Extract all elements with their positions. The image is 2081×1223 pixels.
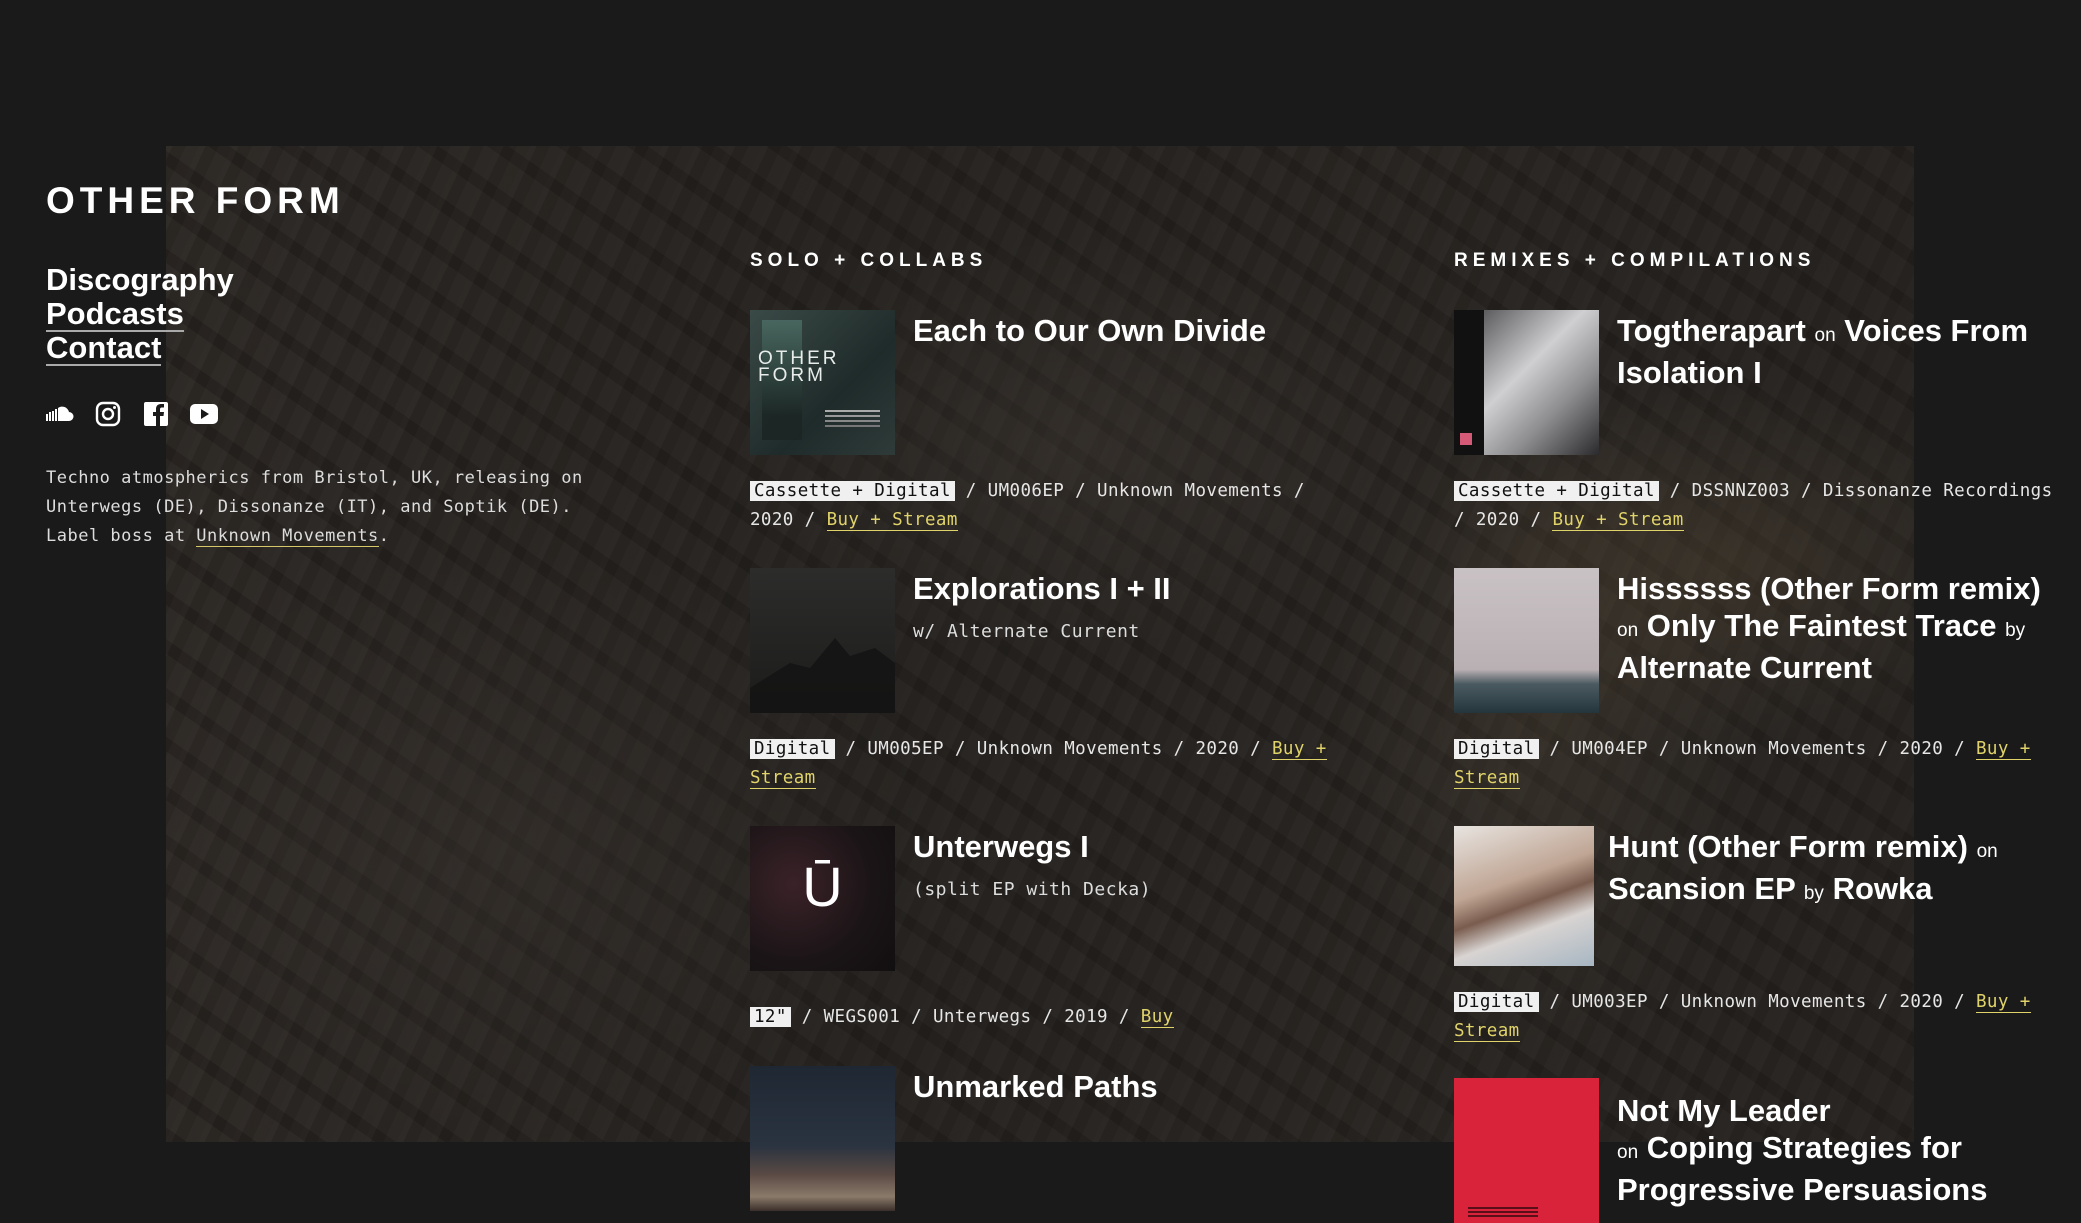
album-cover[interactable] bbox=[1454, 1078, 1599, 1223]
section-heading: REMIXES + COMPILATIONS bbox=[1454, 250, 1816, 271]
album-cover[interactable] bbox=[1454, 310, 1599, 455]
album-cover[interactable] bbox=[750, 568, 895, 713]
bio-text: Techno atmospherics from Bristol, UK, re… bbox=[46, 468, 583, 547]
release-subtitle: w/ Alternate Current bbox=[913, 621, 1140, 642]
release-title[interactable]: Togtherapart on Voices From Isolation I bbox=[1617, 312, 2054, 391]
release-meta: 12" / WEGS001 / Unterwegs / 2019 / Buy bbox=[750, 1003, 1350, 1032]
nav-item-contact[interactable]: Contact bbox=[46, 332, 162, 366]
main-nav: Discography Podcasts Contact bbox=[46, 262, 606, 366]
album-cover[interactable]: Ū bbox=[750, 826, 895, 971]
format-badge: 12" bbox=[750, 1007, 791, 1027]
format-badge: Digital bbox=[750, 739, 835, 759]
release-title[interactable]: Unmarked Paths bbox=[913, 1068, 1158, 1105]
remixes-compilations-column: REMIXES + COMPILATIONS Togtherapart on V… bbox=[1454, 250, 2054, 1223]
album-cover[interactable]: OTHER FORM bbox=[750, 310, 895, 455]
release-title[interactable]: Unterwegs I bbox=[913, 828, 1151, 865]
buy-stream-link[interactable]: Buy + Stream bbox=[1552, 510, 1684, 531]
release-title[interactable]: Each to Our Own Divide bbox=[913, 312, 1266, 349]
release-item: Not My Leader on Coping Strategies for Pr… bbox=[1454, 1078, 2054, 1223]
release-title[interactable]: Not My Leader on Coping Strategies for Pr… bbox=[1617, 1092, 2054, 1208]
sidebar: OTHER FORM Discography Podcasts Contact … bbox=[46, 180, 606, 568]
release-meta: Digital / UM005EP / Unknown Movements / … bbox=[750, 739, 1327, 789]
album-cover[interactable] bbox=[750, 1066, 895, 1211]
bio-label-link[interactable]: Unknown Movements bbox=[196, 526, 379, 547]
format-badge: Cassette + Digital bbox=[1454, 481, 1659, 501]
youtube-icon[interactable] bbox=[190, 400, 218, 428]
album-cover[interactable] bbox=[1454, 568, 1599, 713]
cover-text: OTHER FORM bbox=[758, 348, 840, 386]
format-badge: Digital bbox=[1454, 739, 1539, 759]
release-item: Hunt (Other Form remix) on Scansion EP b… bbox=[1454, 826, 2054, 1078]
release-subtitle: (split EP with Decka) bbox=[913, 879, 1152, 900]
facebook-icon[interactable] bbox=[142, 400, 170, 428]
release-title[interactable]: Hissssss (Other Form remix) on Only The … bbox=[1617, 570, 2054, 686]
solo-collabs-column: SOLO + COLLABS OTHER FORM Each to Our Ow… bbox=[750, 250, 1350, 1211]
release-item: Togtherapart on Voices From Isolation I … bbox=[1454, 310, 2054, 568]
nav-item-discography[interactable]: Discography bbox=[46, 262, 234, 298]
soundcloud-icon[interactable] bbox=[46, 400, 74, 428]
release-meta: Cassette + Digital / DSSNNZ003 / Dissona… bbox=[1454, 481, 2053, 531]
release-item: OTHER FORM Each to Our Own Divide Casset… bbox=[750, 310, 1350, 568]
release-meta: Digital / UM004EP / Unknown Movements / … bbox=[1454, 739, 2031, 789]
release-item: Hissssss (Other Form remix) on Only The … bbox=[1454, 568, 2054, 826]
release-item: Ū Unterwegs I (split EP with Decka) 12" … bbox=[750, 826, 1350, 1066]
format-badge: Cassette + Digital bbox=[750, 481, 955, 501]
release-item: Unmarked Paths bbox=[750, 1066, 1350, 1211]
release-meta: Digital / UM003EP / Unknown Movements / … bbox=[1454, 992, 2031, 1042]
release-item: Explorations I + II w/ Alternate Current… bbox=[750, 568, 1350, 826]
instagram-icon[interactable] bbox=[94, 400, 122, 428]
site-logo[interactable]: OTHER FORM bbox=[46, 180, 606, 222]
nav-item-podcasts[interactable]: Podcasts bbox=[46, 298, 184, 332]
social-links bbox=[46, 400, 606, 428]
format-badge: Digital bbox=[1454, 992, 1539, 1012]
release-meta: Cassette + Digital / UM006EP / Unknown M… bbox=[750, 481, 1305, 531]
release-title[interactable]: Hunt (Other Form remix) on Scansion EP b… bbox=[1608, 828, 2054, 912]
buy-stream-link[interactable]: Buy + Stream bbox=[826, 510, 958, 531]
cover-text: Ū bbox=[802, 855, 843, 918]
album-cover[interactable] bbox=[1454, 826, 1594, 966]
buy-link[interactable]: Buy bbox=[1140, 1007, 1174, 1028]
section-heading: SOLO + COLLABS bbox=[750, 250, 988, 271]
release-title[interactable]: Explorations I + II bbox=[913, 570, 1171, 607]
